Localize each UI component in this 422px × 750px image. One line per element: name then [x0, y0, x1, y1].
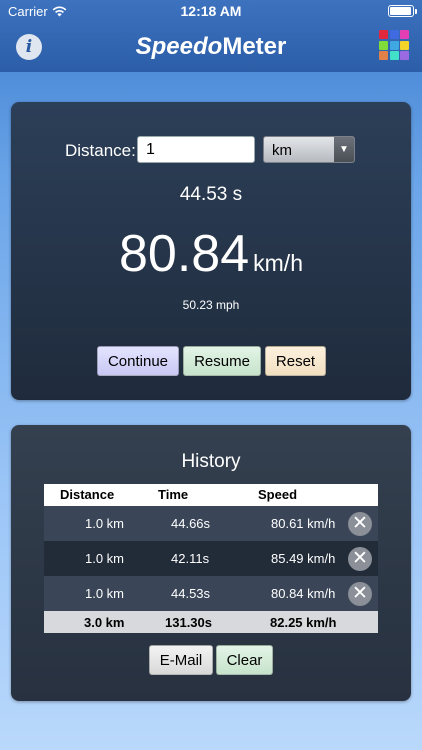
close-icon: ✕ — [352, 583, 368, 604]
table-total-row: 3.0 km 131.30s 82.25 km/h — [44, 611, 378, 633]
close-icon: ✕ — [352, 548, 368, 569]
elapsed-time: 44.53 s — [179, 184, 243, 205]
measurement-panel: Distance: km ▼ 44.53 s 80.84km/h 50.23 m… — [11, 102, 411, 400]
continue-button[interactable]: Continue — [97, 346, 179, 376]
total-distance: 3.0 km — [84, 615, 125, 630]
reset-button[interactable]: Reset — [265, 346, 326, 376]
row-time: 42.11s — [171, 551, 210, 566]
status-bar: Carrier 12:18 AM — [0, 0, 422, 22]
distance-input[interactable] — [137, 136, 255, 163]
color-grid-button[interactable] — [379, 30, 409, 60]
clock: 12:18 AM — [180, 3, 242, 19]
delete-row-button[interactable]: ✕ — [348, 547, 372, 571]
speed-readout: 80.84 km/h — [11, 224, 411, 284]
history-title: History — [181, 451, 241, 472]
row-time: 44.53s — [171, 586, 211, 601]
speed-unit: km/h — [253, 250, 303, 276]
close-icon: ✕ — [352, 513, 368, 534]
color-square — [389, 51, 399, 60]
speed-mph: 50.23 mph — [182, 298, 240, 312]
color-square — [389, 40, 399, 50]
delete-row-button[interactable]: ✕ — [348, 582, 372, 606]
history-panel: History Distance Time Speed 1.0 km 44.66… — [11, 425, 411, 701]
row-distance: 1.0 km — [85, 586, 125, 601]
email-button[interactable]: E-Mail — [149, 645, 213, 675]
unit-select[interactable]: km ▼ — [263, 136, 355, 163]
speed-value: 80.84 — [119, 225, 250, 283]
column-header-speed: Speed — [258, 487, 298, 502]
battery-icon — [388, 5, 417, 17]
row-time: 44.66s — [171, 516, 211, 531]
row-distance: 1.0 km — [85, 551, 125, 566]
history-table: Distance Time Speed 1.0 km 44.66s 80.61 … — [44, 484, 378, 633]
row-speed: 80.61 km/h — [271, 516, 336, 531]
color-square — [379, 40, 388, 50]
color-square — [400, 30, 409, 39]
distance-label: Distance: — [65, 141, 136, 160]
total-time: 131.30s — [165, 615, 212, 630]
color-square — [400, 40, 409, 50]
row-speed: 85.49 km/h — [271, 551, 336, 566]
table-row: 1.0 km 44.53s 80.84 km/h ✕ — [44, 576, 378, 611]
row-speed: 80.84 km/h — [271, 586, 336, 601]
navigation-bar: Carrier 12:18 AM i SpeedoMeter — [0, 0, 422, 72]
delete-row-button[interactable]: ✕ — [348, 512, 372, 536]
unit-select-value: km — [272, 142, 292, 159]
row-distance: 1.0 km — [85, 516, 125, 531]
total-speed: 82.25 km/h — [270, 615, 337, 630]
column-header-time: Time — [158, 487, 189, 502]
clear-button[interactable]: Clear — [216, 645, 273, 675]
color-square — [389, 30, 399, 39]
color-square — [379, 30, 388, 39]
app-title-part2: Meter — [222, 33, 287, 60]
table-header: Distance Time Speed — [44, 484, 378, 506]
distance-row: Distance: km ▼ — [11, 136, 411, 164]
resume-button[interactable]: Resume — [183, 346, 261, 376]
color-square — [379, 51, 388, 60]
table-row: 1.0 km 44.66s 80.61 km/h ✕ — [44, 506, 378, 541]
color-square — [400, 51, 409, 60]
app-title-part1: Speedo — [135, 33, 223, 60]
app-title: SpeedoMeter — [0, 33, 422, 61]
column-header-distance: Distance — [60, 487, 115, 502]
chevron-down-icon: ▼ — [334, 137, 354, 162]
table-row: 1.0 km 42.11s 85.49 km/h ✕ — [44, 541, 378, 576]
